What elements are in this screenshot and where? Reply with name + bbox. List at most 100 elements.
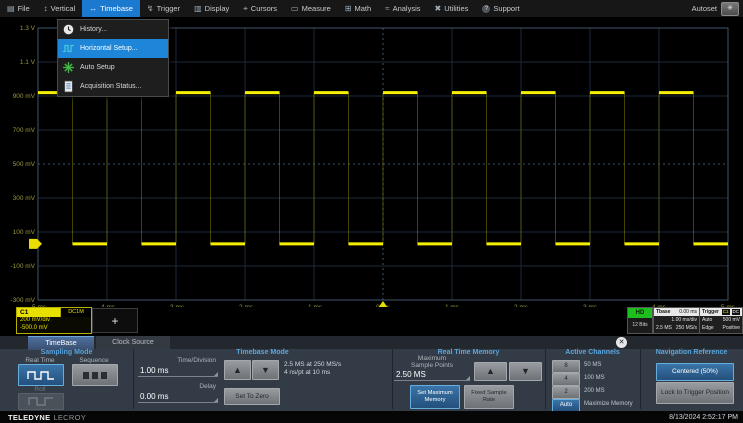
max-sample-points-value[interactable]: 2.50 MS <box>396 370 426 379</box>
real-time-waveform-icon <box>27 370 55 381</box>
sequence-label: Sequence <box>60 357 128 364</box>
svg-text:2 ms: 2 ms <box>514 304 529 307</box>
menu-bar: ▤File ↕Vertical ↔Timebase ↯Trigger ▥Disp… <box>0 0 743 17</box>
tab-timebase[interactable]: TimeBase <box>28 336 94 350</box>
roll-waveform-icon <box>28 397 54 406</box>
channel-offset: -500.0 mV <box>17 325 91 333</box>
hd-mode-badge[interactable]: HD 12 Bits <box>627 307 653 334</box>
timebase-title: Tbase <box>656 308 670 316</box>
menu-trigger[interactable]: ↯Trigger <box>140 0 187 17</box>
set-maximum-memory-button[interactable]: Set Maximum Memory <box>410 385 460 409</box>
timebase-samples: 2.5 MS <box>656 324 672 332</box>
channel-offset-marker[interactable] <box>29 239 42 249</box>
svg-text:-2 ms: -2 ms <box>237 304 254 307</box>
horizontal-setup-icon <box>62 42 75 55</box>
menu-item-auto-setup[interactable]: Auto Setup <box>58 58 168 77</box>
roll-label: Roll <box>6 386 74 393</box>
menu-item-horizontal-setup[interactable]: Horizontal Setup... <box>58 39 168 58</box>
trigger-source-badge: C1 <box>722 309 730 315</box>
time-division-up-button[interactable]: ▲ <box>224 360 251 380</box>
svg-text:1.3 V: 1.3 V <box>20 25 36 32</box>
svg-text:-3 ms: -3 ms <box>168 304 185 307</box>
channel-name: C1 <box>17 308 60 317</box>
svg-text:-4 ms: -4 ms <box>99 304 116 307</box>
trigger-type: Edge <box>702 324 714 332</box>
hd-label: HD <box>628 308 652 318</box>
section-divider <box>392 349 393 409</box>
display-icon: ▥ <box>194 5 202 13</box>
delay-value[interactable]: 0.00 ms <box>140 392 168 401</box>
menu-timebase[interactable]: ↔Timebase <box>82 0 140 17</box>
menu-cursors[interactable]: ⌖Cursors <box>236 0 284 17</box>
svg-text:500 mV: 500 mV <box>13 161 36 168</box>
svg-text:3 ms: 3 ms <box>583 304 598 307</box>
fixed-sample-rate-button[interactable]: Fixed Sample Rate <box>464 385 514 409</box>
svg-text:-100 mV: -100 mV <box>10 263 35 270</box>
roll-button[interactable] <box>18 393 64 410</box>
auto-setup-icon <box>62 61 75 74</box>
plus-icon: + <box>111 314 118 328</box>
utilities-icon: ✖ <box>435 5 442 13</box>
menu-file[interactable]: ▤File <box>0 0 37 17</box>
add-trace-button[interactable]: + <box>92 308 138 333</box>
time-division-value[interactable]: 1.00 ms <box>140 366 168 375</box>
support-icon: ? <box>482 5 490 13</box>
datetime: 8/13/2024 2:52:17 PM <box>669 414 738 421</box>
tab-clock-source[interactable]: Clock Source <box>96 336 170 349</box>
timebase-dialog: TimeBase Clock Source ✕ Sampling Mode Re… <box>0 336 743 411</box>
time-division-handle <box>214 372 218 376</box>
timebase-descriptor[interactable]: Tbase 0.00 ms 1.00 ms/div 2.5 MS 250 MS/… <box>653 307 700 334</box>
menu-utilities[interactable]: ✖Utilities <box>428 0 476 17</box>
time-division-down-button[interactable]: ▼ <box>252 360 279 380</box>
autoset-button[interactable]: Autoset✳ <box>688 0 743 17</box>
history-clock-icon <box>62 23 75 36</box>
channels-4-button[interactable]: 4 <box>552 373 580 386</box>
sequence-button[interactable] <box>72 364 118 386</box>
menu-analysis[interactable]: ≈Analysis <box>378 0 427 17</box>
timebase-rate: 250 MS/s <box>676 324 697 332</box>
menu-vertical[interactable]: ↕Vertical <box>37 0 83 17</box>
svg-text:-1 ms: -1 ms <box>306 304 323 307</box>
brand-logo: TELEDYNELECROY <box>5 413 86 422</box>
menu-item-acquisition-status[interactable]: Acquisition Status... <box>58 77 168 96</box>
trigger-level: 500 mV <box>723 316 740 324</box>
channels-2-button[interactable]: 2 <box>552 386 580 399</box>
oscilloscope-screen: ▤File ↕Vertical ↔Timebase ↯Trigger ▥Disp… <box>0 0 743 423</box>
down-arrow-icon: ▼ <box>521 367 530 376</box>
menu-display[interactable]: ▥Display <box>187 0 236 17</box>
menu-item-history[interactable]: History... <box>58 20 168 39</box>
hd-bits: 12 Bits <box>628 318 652 332</box>
section-divider <box>545 349 546 409</box>
memory-up-button[interactable]: ▲ <box>474 362 507 381</box>
cursors-icon: ⌖ <box>243 5 248 13</box>
channel-c1-descriptor[interactable]: C1 DC1M 200 mV/div -500.0 mV <box>16 307 92 334</box>
channel-scale: 200 mV/div <box>17 317 91 325</box>
channels-auto-label: Maximize Memory <box>584 401 638 407</box>
channels-8-label: 50 MS <box>584 362 601 368</box>
menu-support[interactable]: ?Support <box>475 0 526 17</box>
trigger-icon: ↯ <box>147 5 154 13</box>
time-division-label: Time/Division <box>136 357 216 364</box>
lock-to-trigger-button[interactable]: Lock to Trigger Position <box>656 382 734 404</box>
down-arrow-icon: ▼ <box>261 366 270 375</box>
svg-text:1 ms: 1 ms <box>445 304 460 307</box>
set-to-zero-button[interactable]: Set To Zero <box>224 388 280 405</box>
menu-measure[interactable]: ▭Measure <box>284 0 338 17</box>
channels-8-button[interactable]: 8 <box>552 360 580 373</box>
trigger-slope: Positive <box>722 324 740 332</box>
svg-text:300 mV: 300 mV <box>13 195 36 202</box>
max-sample-points-underline <box>394 380 470 381</box>
trigger-descriptor[interactable]: Trigger C1 DC Auto 500 mV Edge Positive <box>699 307 743 334</box>
memory-down-button[interactable]: ▼ <box>509 362 542 381</box>
centered-button[interactable]: Centered (50%) <box>656 363 734 381</box>
real-time-button[interactable] <box>18 364 64 386</box>
close-dialog-button[interactable]: ✕ <box>616 337 627 348</box>
section-divider <box>133 349 134 409</box>
active-channels-header: Active Channels <box>545 349 640 356</box>
menu-math[interactable]: ⊞Math <box>338 0 378 17</box>
svg-text:-300 mV: -300 mV <box>10 297 35 304</box>
delay-label: Delay <box>136 383 216 390</box>
vertical-icon: ↕ <box>44 5 48 13</box>
section-divider <box>640 349 641 409</box>
measure-icon: ▭ <box>291 5 299 13</box>
